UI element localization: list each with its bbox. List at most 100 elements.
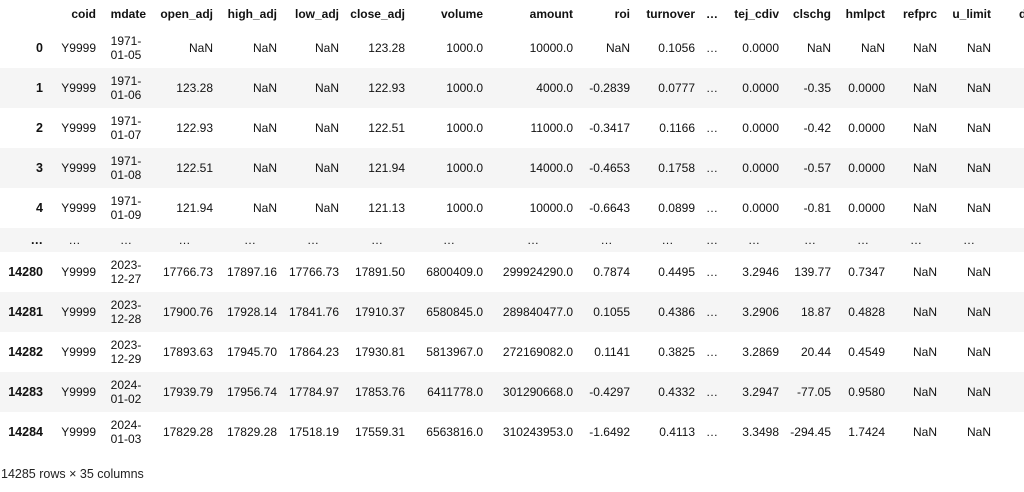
column-header: …: [706, 7, 718, 21]
table-cell: …: [857, 233, 869, 247]
date-part: 01-05: [110, 48, 142, 62]
date-part: 01-06: [110, 88, 142, 102]
date-part: 01-09: [110, 208, 142, 222]
table-cell: NaN: [252, 81, 277, 95]
table-cell: 0.4332: [658, 385, 695, 399]
table-cell: -0.2839: [589, 81, 630, 95]
table-cell: …: [706, 81, 718, 95]
table-cell: 289840477.0: [502, 305, 573, 319]
date-cell: 2024- 01-02: [101, 372, 151, 412]
table-cell: 0.0777: [658, 81, 695, 95]
column-header: low_adj: [294, 7, 339, 21]
table-row: 14280 Y9999 2023- 12-27 17766.73 17897.16 1776…: [0, 252, 1024, 292]
table-cell: 4000.0: [536, 81, 573, 95]
table-cell: …: [706, 121, 718, 135]
date-cell: 2023- 12-28: [101, 292, 151, 332]
table-cell: …: [706, 345, 718, 359]
table-cell: NaN: [912, 265, 937, 279]
table-cell: [996, 148, 1024, 188]
table-cell: …: [661, 233, 674, 247]
table-cell: Y9999: [61, 305, 96, 319]
table-cell: 1000.0: [446, 41, 483, 55]
table-cell: …: [706, 425, 718, 439]
table-cell: 0.7874: [593, 265, 630, 279]
table-cell: 0.4495: [658, 265, 695, 279]
table-cell: …: [244, 233, 256, 247]
table-cell: 122.93: [368, 81, 405, 95]
table-cell: 17893.63: [162, 345, 213, 359]
table-cell: -1.6492: [589, 425, 630, 439]
date-part: 01-02: [110, 392, 142, 406]
table-cell: 0.1758: [658, 161, 695, 175]
table-cell: NaN: [912, 345, 937, 359]
table-row: 1 Y9999 1971- 01-06 123.28 NaN NaN 122.93 1000.0…: [0, 68, 1024, 108]
date-cell: 1971- 01-07: [101, 108, 151, 148]
table-cell: 6411778.0: [427, 385, 483, 399]
column-header: high_adj: [227, 7, 277, 21]
table-cell: 3.2869: [742, 345, 779, 359]
table-cell: 0.0000: [742, 201, 779, 215]
table-cell: 10000.0: [529, 201, 573, 215]
date-cell: 2024- 01-03: [101, 412, 151, 452]
table-cell: [996, 372, 1024, 412]
table-cell: 17853.76: [354, 385, 405, 399]
table-cell: NaN: [912, 121, 937, 135]
column-header: u_limit: [952, 7, 991, 21]
table-cell: NaN: [966, 265, 991, 279]
table-cell: 5813967.0: [426, 345, 483, 359]
table-cell: 17939.79: [162, 385, 213, 399]
table-cell: 1000.0: [446, 81, 483, 95]
table-cell: NaN: [966, 41, 991, 55]
date-part: 01-07: [110, 128, 142, 142]
date-cell: 2023- 12-29: [101, 332, 151, 372]
table-body: 0 Y9999 1971- 01-05 NaN NaN NaN 123.28 1000.0 100…: [0, 28, 1024, 452]
table-cell: …: [748, 233, 760, 247]
table-cell: NaN: [912, 81, 937, 95]
table-cell: 0.0000: [848, 121, 885, 135]
table-cell: …: [178, 233, 191, 247]
table-cell: NaN: [860, 41, 885, 55]
table-cell: 0.1166: [659, 121, 695, 135]
table-cell: NaN: [252, 41, 277, 55]
table-cell: -77.05: [796, 385, 831, 399]
table-cell: 121.13: [368, 201, 405, 215]
table-cell: 1000.0: [446, 121, 483, 135]
table-cell: 0.0000: [742, 41, 779, 55]
date-part: 12-29: [110, 352, 142, 366]
row-index: 14281: [8, 305, 43, 319]
table-cell: NaN: [314, 81, 339, 95]
column-header: turnover: [646, 7, 695, 21]
table-cell: 17928.14: [226, 305, 277, 319]
table-cell: …: [804, 233, 816, 247]
table-cell: 3.3498: [742, 425, 779, 439]
table-cell: -294.45: [790, 425, 831, 439]
table-cell: 0.7347: [848, 265, 885, 279]
table-cell: …: [706, 161, 718, 175]
table-cell: NaN: [188, 41, 213, 55]
table-cell: …: [706, 41, 718, 55]
table-cell: NaN: [966, 201, 991, 215]
table-cell: [996, 188, 1024, 228]
table-cell: 123.28: [368, 41, 405, 55]
table-cell: …: [307, 233, 319, 247]
table-cell: 17864.23: [288, 345, 339, 359]
table-cell: …: [706, 265, 718, 279]
table-cell: NaN: [966, 161, 991, 175]
table-cell: -0.3417: [589, 121, 630, 135]
column-header: tej_cdiv: [734, 7, 779, 21]
table-cell: 299924290.0: [502, 265, 573, 279]
date-part: 12-27: [110, 272, 142, 286]
table-cell: 11000.0: [530, 121, 574, 135]
table-cell: …: [600, 233, 613, 247]
column-header: refprc: [902, 7, 937, 21]
index-header: [0, 0, 48, 28]
table-cell: NaN: [966, 121, 991, 135]
table-cell: 122.93: [176, 121, 213, 135]
table-cell: 17910.37: [354, 305, 405, 319]
table-cell: -0.35: [803, 81, 831, 95]
table-cell: 0.0899: [658, 201, 695, 215]
date-part: 01-08: [110, 168, 142, 182]
table-cell: Y9999: [61, 81, 96, 95]
date-part: 1971-: [110, 74, 142, 88]
column-header: d_: [1018, 7, 1024, 21]
